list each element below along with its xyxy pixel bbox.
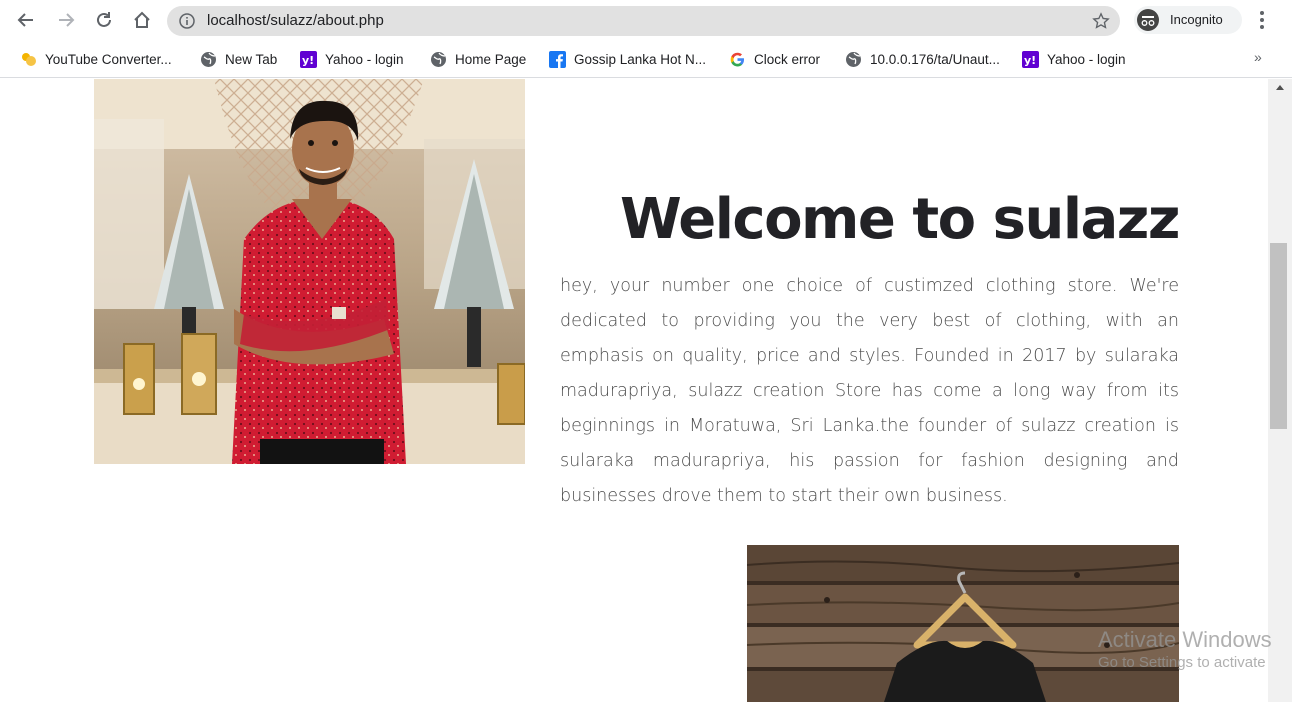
bookmarks-bar: YouTube Converter... New Tab y! Yahoo - …	[0, 40, 1292, 78]
bookmark-star-icon[interactable]	[1092, 12, 1110, 34]
globe-icon	[845, 51, 862, 68]
address-bar[interactable]: localhost/sulazz/about.php	[167, 6, 1120, 36]
yahoo-icon: y!	[1022, 50, 1039, 68]
incognito-badge[interactable]: Incognito	[1134, 6, 1242, 34]
reload-icon	[97, 12, 111, 27]
facebook-icon	[549, 50, 566, 68]
founder-photo	[94, 79, 525, 464]
bookmark-label: New Tab	[225, 51, 278, 67]
home-icon	[134, 11, 150, 28]
shirt-photo	[747, 545, 1179, 702]
forward-button[interactable]	[54, 8, 78, 32]
bookmark-new-tab[interactable]: New Tab	[200, 49, 277, 69]
forward-arrow-icon	[59, 13, 75, 27]
bookmark-gossip-lanka[interactable]: Gossip Lanka Hot N...	[549, 49, 706, 69]
watermark-title: Activate Windows	[1098, 627, 1272, 652]
bookmark-label: Clock error	[754, 51, 821, 67]
svg-text:y!: y!	[1024, 54, 1036, 67]
incognito-label: Incognito	[1170, 12, 1223, 27]
back-arrow-icon	[17, 13, 33, 27]
yahoo-icon: y!	[300, 50, 317, 68]
page-viewport: Welcome to sulazz hey, your number one c…	[0, 79, 1292, 702]
watermark-subtitle: Go to Settings to activate	[1098, 654, 1266, 671]
page-title: Welcome to sulazz	[619, 187, 1181, 252]
activation-watermark: Activate Windows Go to Settings to activ…	[1098, 627, 1272, 673]
address-url[interactable]: localhost/sulazz/about.php	[207, 12, 384, 29]
google-icon	[729, 51, 746, 68]
svg-text:y!: y!	[302, 54, 314, 67]
bookmark-label: Home Page	[455, 51, 527, 67]
back-button[interactable]	[14, 8, 38, 32]
globe-icon	[200, 51, 217, 68]
incognito-icon	[1137, 9, 1159, 31]
browser-toolbar: localhost/sulazz/about.php Incognito	[0, 0, 1292, 40]
page-scrollbar[interactable]	[1268, 79, 1292, 702]
reload-button[interactable]	[92, 8, 116, 32]
bookmark-label: YouTube Converter...	[45, 51, 172, 67]
bookmark-yahoo-login[interactable]: y! Yahoo - login	[300, 49, 404, 69]
bookmark-label: Gossip Lanka Hot N...	[574, 51, 707, 67]
bookmark-home-page[interactable]: Home Page	[430, 49, 526, 69]
scrollbar-thumb[interactable]	[1270, 243, 1287, 429]
bookmark-label: Yahoo - login	[325, 51, 404, 67]
folder-icon	[20, 51, 37, 68]
bookmark-yahoo-login-2[interactable]: y! Yahoo - login	[1022, 49, 1126, 69]
about-paragraph: hey, your number one choice of custimzed…	[560, 276, 1179, 506]
more-bookmarks-button[interactable]: »	[1254, 49, 1262, 65]
bookmark-10-0-0-176[interactable]: 10.0.0.176/ta/Unaut...	[845, 49, 1000, 69]
home-button[interactable]	[130, 8, 154, 32]
bookmark-youtube-converter[interactable]: YouTube Converter...	[20, 49, 172, 69]
bookmark-label: Yahoo - login	[1047, 51, 1126, 67]
globe-icon	[430, 51, 447, 68]
browser-menu-button[interactable]	[1252, 9, 1272, 31]
site-info-icon[interactable]	[179, 13, 195, 33]
bookmark-clock-error[interactable]: Clock error	[729, 49, 820, 69]
bookmark-label: 10.0.0.176/ta/Unaut...	[870, 51, 1000, 67]
more-vertical-icon	[1260, 11, 1264, 29]
scroll-up-arrow-icon[interactable]	[1276, 85, 1284, 90]
